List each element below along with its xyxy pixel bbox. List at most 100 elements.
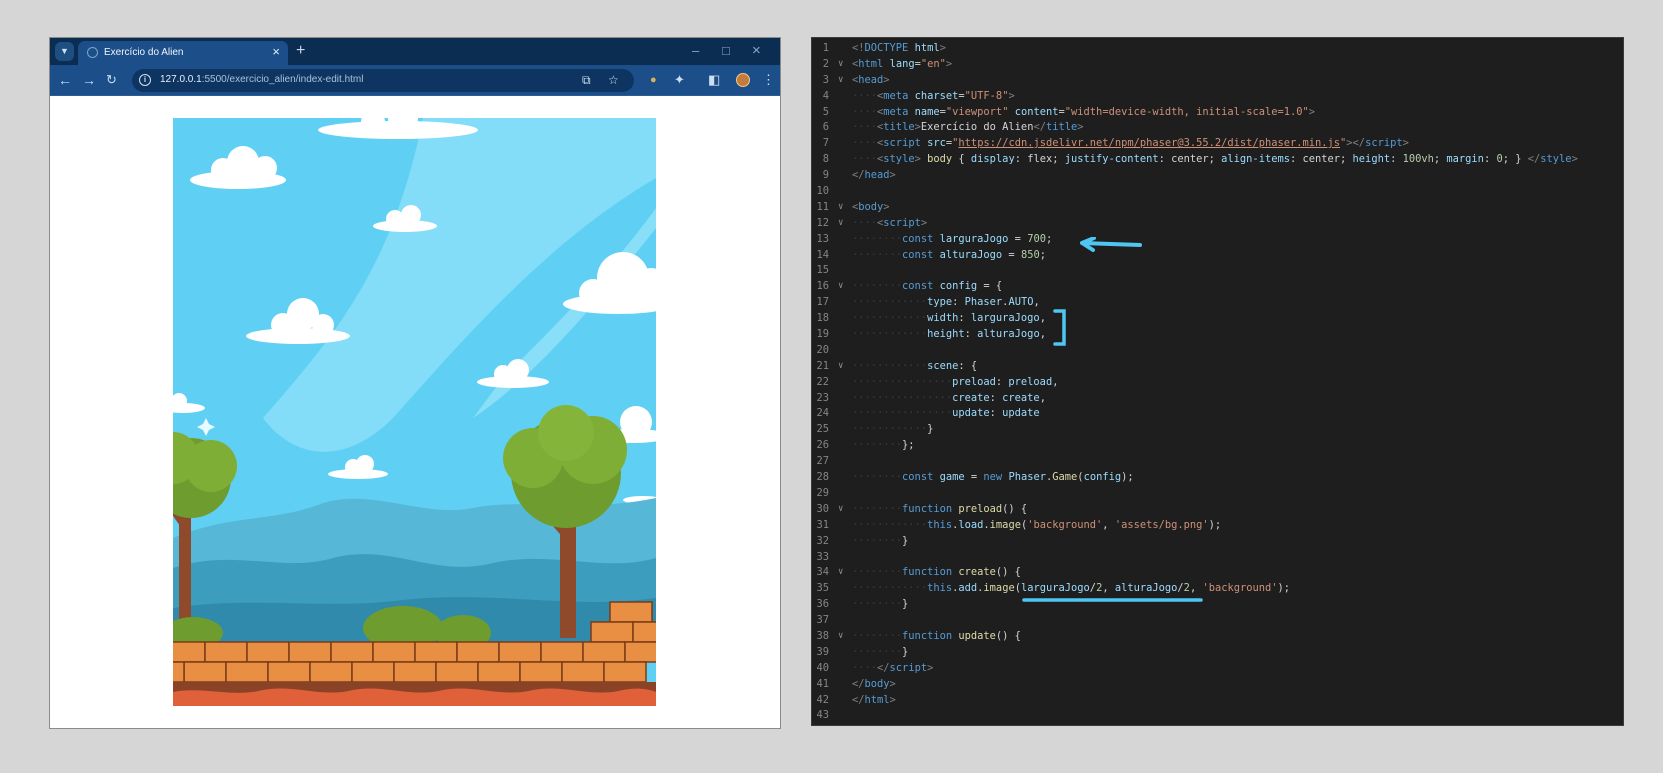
code-line[interactable]: 15: [812, 263, 1623, 279]
close-icon[interactable]: ×: [272, 44, 280, 60]
code-line[interactable]: 25 ············}: [812, 422, 1623, 438]
code-line[interactable]: 33: [812, 550, 1623, 566]
fold-chevron-icon[interactable]: ∨: [838, 565, 843, 581]
code-line[interactable]: 34 ∨ ········function create() {: [812, 565, 1623, 581]
code-lines: 1 <!DOCTYPE html> 2 ∨ <html lang="en"> 3 ∨ <hea…: [812, 41, 1623, 724]
whitespace-dots: ········: [852, 566, 903, 579]
code-line[interactable]: 28 ········const game = new Phaser.Game(c…: [812, 470, 1623, 486]
game-canvas[interactable]: [173, 118, 656, 706]
code-text: ············this.add.image(larguraJogo/2…: [852, 581, 1290, 597]
code-line[interactable]: 26 ········};: [812, 438, 1623, 454]
code-token: >: [883, 73, 890, 86]
code-line[interactable]: 21 ∨ ············scene: {: [812, 359, 1623, 375]
puzzle-icon[interactable]: ✦: [674, 71, 685, 89]
minimize-icon[interactable]: –: [692, 42, 699, 60]
arrow-right-icon[interactable]: →: [82, 71, 96, 89]
pin-icon[interactable]: ●: [650, 71, 657, 89]
code-token: margin: [1446, 153, 1484, 166]
code-line[interactable]: 12 ∨ ····<script>: [812, 216, 1623, 232]
close-window-icon[interactable]: ×: [752, 42, 761, 60]
code-line[interactable]: 40 ····</script>: [812, 661, 1623, 677]
code-token: preload: [958, 502, 1003, 515]
code-line[interactable]: 22 ················preload: preload,: [812, 375, 1623, 391]
line-number: 23: [816, 391, 829, 404]
code-token: }: [902, 598, 909, 611]
translate-icon[interactable]: ⧉: [582, 72, 591, 88]
fold-chevron-icon[interactable]: ∨: [838, 216, 843, 232]
code-line[interactable]: 30 ∨ ········function preload() {: [812, 502, 1623, 518]
code-token: ;: [1045, 232, 1053, 245]
code-line[interactable]: 17 ············type: Phaser.AUTO,: [812, 295, 1623, 311]
arrow-left-icon[interactable]: ←: [58, 71, 72, 89]
code-line[interactable]: 20: [812, 343, 1623, 359]
code-token: 850: [1020, 248, 1040, 261]
code-line[interactable]: 29: [812, 486, 1623, 502]
star-icon[interactable]: ☆: [608, 72, 619, 88]
code-line[interactable]: 18 ············width: larguraJogo,: [812, 311, 1623, 327]
code-token: body: [858, 200, 884, 213]
code-line[interactable]: 24 ················update: update: [812, 406, 1623, 422]
info-icon[interactable]: i: [139, 74, 151, 86]
fold-chevron-icon[interactable]: ∨: [838, 73, 843, 89]
code-line[interactable]: 11 ∨ <body>: [812, 200, 1623, 216]
code-token: }: [902, 534, 909, 547]
code-line[interactable]: 7 ····<script src="https://cdn.jsdelivr.n…: [812, 136, 1623, 152]
fold-chevron-icon[interactable]: ∨: [838, 200, 843, 216]
code-line[interactable]: 43: [812, 708, 1623, 724]
code-line[interactable]: 6 ····<title>Exercício do Alien</title>: [812, 120, 1623, 136]
maximize-icon[interactable]: □: [722, 42, 730, 60]
code-token: >: [889, 693, 896, 706]
code-line[interactable]: 13 ········const larguraJogo = 700;: [812, 232, 1623, 248]
code-line[interactable]: 16 ∨ ········const config = {: [812, 279, 1623, 295]
code-token: this: [927, 582, 953, 595]
whitespace-dots: ····: [852, 137, 878, 150]
code-line[interactable]: 3 ∨ <head>: [812, 73, 1623, 89]
code-editor[interactable]: 1 <!DOCTYPE html> 2 ∨ <html lang="en"> 3 ∨ <hea…: [811, 37, 1624, 726]
line-number: 43: [816, 709, 829, 722]
code-line[interactable]: 42 </html>: [812, 693, 1623, 709]
code-token: :: [1483, 153, 1497, 166]
code-line[interactable]: 35 ············this.add.image(larguraJogo…: [812, 581, 1623, 597]
avatar[interactable]: [736, 73, 750, 87]
code-line[interactable]: 10: [812, 184, 1623, 200]
code-token: =: [964, 471, 984, 484]
fold-chevron-icon[interactable]: ∨: [838, 359, 843, 375]
code-line[interactable]: 27: [812, 454, 1623, 470]
fold-chevron-icon[interactable]: ∨: [838, 629, 843, 645]
code-line[interactable]: 39 ········}: [812, 645, 1623, 661]
whitespace-dots: ············: [852, 359, 928, 372]
side-panel-icon[interactable]: ◧: [708, 71, 720, 89]
code-line[interactable]: 37: [812, 613, 1623, 629]
active-tab[interactable]: Exercício do Alien ×: [78, 41, 288, 65]
code-token: >: [1571, 153, 1578, 166]
whitespace-dots: ········: [852, 471, 903, 484]
line-number: 15: [816, 264, 829, 277]
code-line[interactable]: 38 ∨ ········function update() {: [812, 629, 1623, 645]
code-line[interactable]: 5 ····<meta name="viewport" content="widt…: [812, 105, 1623, 121]
code-line[interactable]: 8 ····<style> body { display: flex; justi…: [812, 152, 1623, 168]
code-token: alturaJogo: [1114, 582, 1178, 595]
code-line[interactable]: 32 ········}: [812, 534, 1623, 550]
code-line[interactable]: 36 ········}: [812, 597, 1623, 613]
code-line[interactable]: 19 ············height: alturaJogo,: [812, 327, 1623, 343]
fold-chevron-icon[interactable]: ∨: [838, 279, 843, 295]
code-line[interactable]: 2 ∨ <html lang="en">: [812, 57, 1623, 73]
code-line[interactable]: 4 ····<meta charset="UTF-8">: [812, 89, 1623, 105]
code-line[interactable]: 9 </head>: [812, 168, 1623, 184]
code-line[interactable]: 14 ········const alturaJogo = 850;: [812, 248, 1623, 264]
address-bar[interactable]: i 127.0.0.1:5500/exercicio_alien/index-e…: [132, 69, 634, 92]
code-token: script: [1365, 137, 1403, 150]
plus-icon[interactable]: +: [296, 41, 305, 61]
code-line[interactable]: 31 ············this.load.image('backgroun…: [812, 518, 1623, 534]
reload-icon[interactable]: ↻: [106, 71, 117, 89]
code-token: add: [958, 582, 978, 595]
fold-chevron-icon[interactable]: ∨: [838, 502, 843, 518]
code-text: ················preload: preload,: [852, 375, 1058, 391]
code-line[interactable]: 41 </body>: [812, 677, 1623, 693]
code-line[interactable]: 23 ················create: create,: [812, 391, 1623, 407]
kebab-menu-icon[interactable]: ⋮: [762, 71, 775, 89]
fold-chevron-icon[interactable]: ∨: [838, 57, 843, 73]
code-line[interactable]: 1 <!DOCTYPE html>: [812, 41, 1623, 57]
tab-search-button[interactable]: ▼: [55, 42, 74, 61]
whitespace-dots: ····: [852, 153, 878, 166]
